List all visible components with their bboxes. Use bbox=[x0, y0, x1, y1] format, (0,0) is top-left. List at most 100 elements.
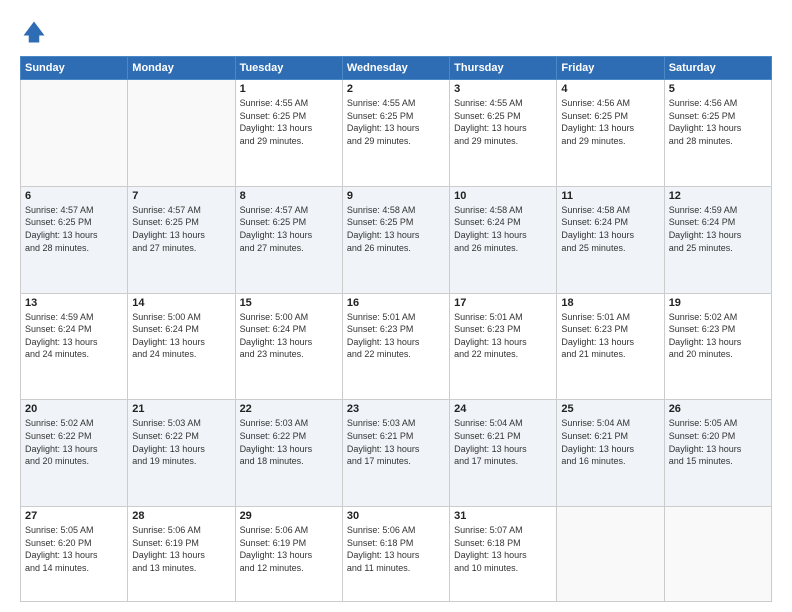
calendar-cell: 1Sunrise: 4:55 AMSunset: 6:25 PMDaylight… bbox=[235, 80, 342, 187]
day-number: 19 bbox=[669, 297, 767, 309]
column-header-thursday: Thursday bbox=[450, 57, 557, 80]
cell-text: Sunset: 6:20 PM bbox=[25, 537, 123, 550]
day-number: 23 bbox=[347, 403, 445, 415]
cell-text: and 20 minutes. bbox=[669, 348, 767, 361]
day-number: 1 bbox=[240, 83, 338, 95]
calendar-cell: 24Sunrise: 5:04 AMSunset: 6:21 PMDayligh… bbox=[450, 400, 557, 507]
cell-text: Sunrise: 5:04 AM bbox=[454, 417, 552, 430]
cell-text: Sunrise: 5:06 AM bbox=[347, 524, 445, 537]
cell-text: Sunset: 6:23 PM bbox=[454, 323, 552, 336]
day-number: 9 bbox=[347, 190, 445, 202]
calendar-cell: 31Sunrise: 5:07 AMSunset: 6:18 PMDayligh… bbox=[450, 507, 557, 602]
cell-text: and 20 minutes. bbox=[25, 455, 123, 468]
column-header-sunday: Sunday bbox=[21, 57, 128, 80]
cell-text: Sunset: 6:24 PM bbox=[561, 216, 659, 229]
cell-text: Daylight: 13 hours bbox=[561, 336, 659, 349]
cell-text: Sunset: 6:25 PM bbox=[347, 110, 445, 123]
cell-text: Daylight: 13 hours bbox=[240, 443, 338, 456]
calendar-cell: 25Sunrise: 5:04 AMSunset: 6:21 PMDayligh… bbox=[557, 400, 664, 507]
cell-text: and 29 minutes. bbox=[240, 135, 338, 148]
cell-text: Daylight: 13 hours bbox=[347, 549, 445, 562]
cell-text: Sunrise: 4:57 AM bbox=[25, 204, 123, 217]
column-header-wednesday: Wednesday bbox=[342, 57, 449, 80]
calendar-cell: 8Sunrise: 4:57 AMSunset: 6:25 PMDaylight… bbox=[235, 186, 342, 293]
cell-text: Sunset: 6:19 PM bbox=[240, 537, 338, 550]
cell-text: and 29 minutes. bbox=[561, 135, 659, 148]
cell-text: Sunrise: 5:00 AM bbox=[132, 311, 230, 324]
cell-text: and 22 minutes. bbox=[347, 348, 445, 361]
cell-text: Daylight: 13 hours bbox=[240, 122, 338, 135]
cell-text: Daylight: 13 hours bbox=[561, 443, 659, 456]
day-number: 3 bbox=[454, 83, 552, 95]
calendar-cell: 18Sunrise: 5:01 AMSunset: 6:23 PMDayligh… bbox=[557, 293, 664, 400]
calendar-cell: 6Sunrise: 4:57 AMSunset: 6:25 PMDaylight… bbox=[21, 186, 128, 293]
cell-text: Daylight: 13 hours bbox=[454, 229, 552, 242]
calendar-cell bbox=[664, 507, 771, 602]
cell-text: Sunrise: 5:06 AM bbox=[240, 524, 338, 537]
calendar-week-4: 20Sunrise: 5:02 AMSunset: 6:22 PMDayligh… bbox=[21, 400, 772, 507]
calendar-cell: 30Sunrise: 5:06 AMSunset: 6:18 PMDayligh… bbox=[342, 507, 449, 602]
day-number: 17 bbox=[454, 297, 552, 309]
cell-text: Sunset: 6:25 PM bbox=[561, 110, 659, 123]
day-number: 27 bbox=[25, 510, 123, 522]
column-header-saturday: Saturday bbox=[664, 57, 771, 80]
column-header-tuesday: Tuesday bbox=[235, 57, 342, 80]
cell-text: Sunrise: 5:05 AM bbox=[669, 417, 767, 430]
cell-text: Daylight: 13 hours bbox=[347, 229, 445, 242]
cell-text: Daylight: 13 hours bbox=[347, 336, 445, 349]
cell-text: and 22 minutes. bbox=[454, 348, 552, 361]
cell-text: and 28 minutes. bbox=[25, 242, 123, 255]
calendar-header-row: SundayMondayTuesdayWednesdayThursdayFrid… bbox=[21, 57, 772, 80]
day-number: 5 bbox=[669, 83, 767, 95]
calendar-cell: 10Sunrise: 4:58 AMSunset: 6:24 PMDayligh… bbox=[450, 186, 557, 293]
logo-icon bbox=[20, 18, 48, 46]
cell-text: and 19 minutes. bbox=[132, 455, 230, 468]
cell-text: Sunrise: 4:56 AM bbox=[669, 97, 767, 110]
cell-text: Daylight: 13 hours bbox=[454, 549, 552, 562]
day-number: 10 bbox=[454, 190, 552, 202]
cell-text: and 29 minutes. bbox=[347, 135, 445, 148]
cell-text: Sunrise: 5:03 AM bbox=[347, 417, 445, 430]
cell-text: and 26 minutes. bbox=[454, 242, 552, 255]
day-number: 8 bbox=[240, 190, 338, 202]
cell-text: Daylight: 13 hours bbox=[240, 549, 338, 562]
day-number: 12 bbox=[669, 190, 767, 202]
day-number: 26 bbox=[669, 403, 767, 415]
day-number: 22 bbox=[240, 403, 338, 415]
cell-text: Sunrise: 5:02 AM bbox=[25, 417, 123, 430]
cell-text: Sunset: 6:25 PM bbox=[347, 216, 445, 229]
cell-text: and 27 minutes. bbox=[240, 242, 338, 255]
calendar-cell: 28Sunrise: 5:06 AMSunset: 6:19 PMDayligh… bbox=[128, 507, 235, 602]
cell-text: Sunrise: 4:57 AM bbox=[132, 204, 230, 217]
day-number: 4 bbox=[561, 83, 659, 95]
cell-text: Sunset: 6:25 PM bbox=[132, 216, 230, 229]
cell-text: Daylight: 13 hours bbox=[454, 443, 552, 456]
cell-text: Sunset: 6:20 PM bbox=[669, 430, 767, 443]
cell-text: Daylight: 13 hours bbox=[240, 336, 338, 349]
cell-text: Sunrise: 4:59 AM bbox=[25, 311, 123, 324]
cell-text: Daylight: 13 hours bbox=[669, 443, 767, 456]
cell-text: and 23 minutes. bbox=[240, 348, 338, 361]
cell-text: and 25 minutes. bbox=[561, 242, 659, 255]
cell-text: and 13 minutes. bbox=[132, 562, 230, 575]
day-number: 2 bbox=[347, 83, 445, 95]
cell-text: Daylight: 13 hours bbox=[25, 549, 123, 562]
cell-text: and 15 minutes. bbox=[669, 455, 767, 468]
day-number: 14 bbox=[132, 297, 230, 309]
day-number: 28 bbox=[132, 510, 230, 522]
cell-text: Sunrise: 5:03 AM bbox=[240, 417, 338, 430]
cell-text: and 18 minutes. bbox=[240, 455, 338, 468]
day-number: 13 bbox=[25, 297, 123, 309]
calendar-cell: 5Sunrise: 4:56 AMSunset: 6:25 PMDaylight… bbox=[664, 80, 771, 187]
cell-text: Sunrise: 5:04 AM bbox=[561, 417, 659, 430]
calendar-cell: 13Sunrise: 4:59 AMSunset: 6:24 PMDayligh… bbox=[21, 293, 128, 400]
calendar-table: SundayMondayTuesdayWednesdayThursdayFrid… bbox=[20, 56, 772, 602]
calendar-cell: 21Sunrise: 5:03 AMSunset: 6:22 PMDayligh… bbox=[128, 400, 235, 507]
cell-text: Sunset: 6:25 PM bbox=[240, 216, 338, 229]
cell-text: Sunrise: 5:06 AM bbox=[132, 524, 230, 537]
cell-text: Daylight: 13 hours bbox=[454, 122, 552, 135]
cell-text: Daylight: 13 hours bbox=[132, 229, 230, 242]
day-number: 15 bbox=[240, 297, 338, 309]
cell-text: and 26 minutes. bbox=[347, 242, 445, 255]
cell-text: Sunset: 6:21 PM bbox=[347, 430, 445, 443]
